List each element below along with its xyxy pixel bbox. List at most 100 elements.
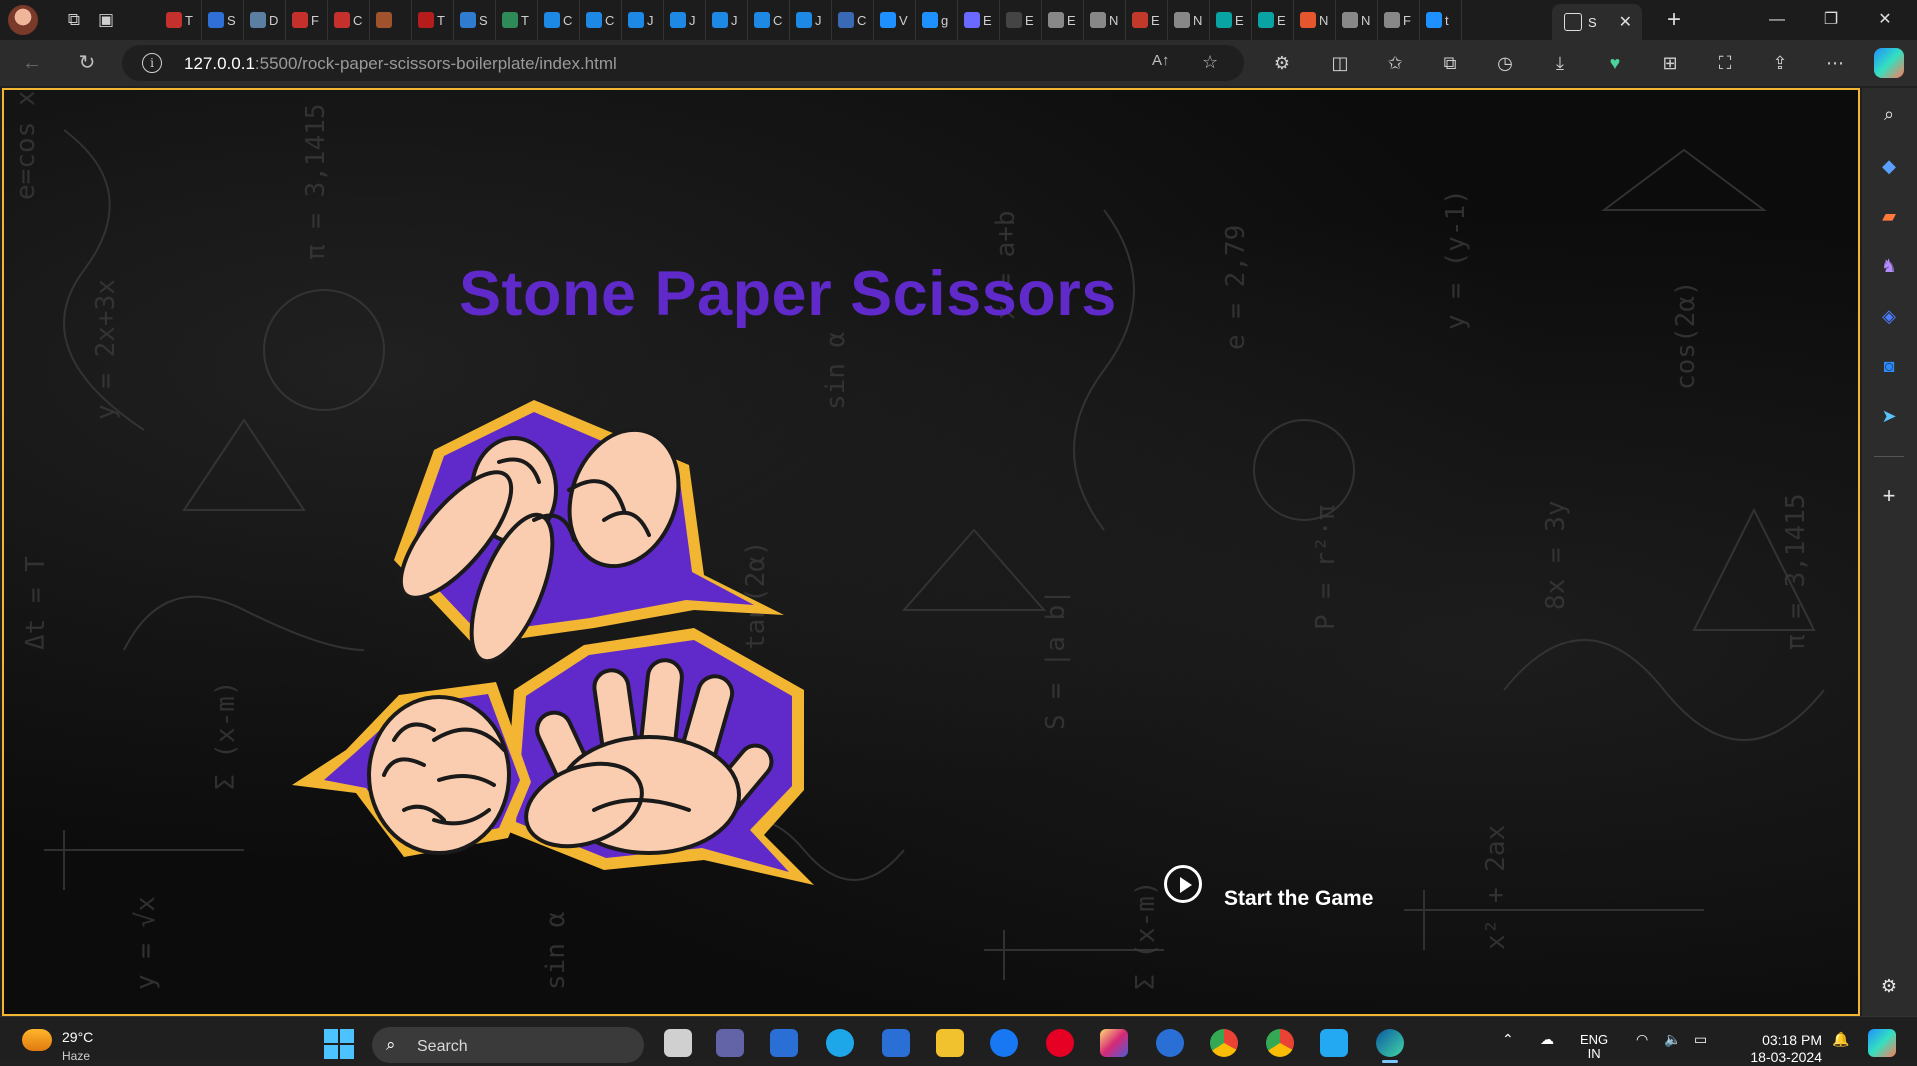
microsoft-365-icon[interactable]: ◈	[1875, 302, 1903, 330]
vertical-tabs-icon[interactable]: ▣	[92, 6, 120, 34]
refresh-icon[interactable]: ↻	[73, 49, 101, 77]
browser-tab[interactable]: C	[832, 0, 874, 40]
start-game-label[interactable]: Start the Game	[1224, 887, 1373, 911]
windows-start-button[interactable]	[324, 1029, 354, 1059]
browser-tab[interactable]: T	[496, 0, 538, 40]
browser-tab[interactable]: J	[664, 0, 706, 40]
teams-icon[interactable]	[716, 1029, 744, 1057]
browser-tab[interactable]: C	[748, 0, 790, 40]
add-sidebar-app-icon[interactable]: +	[1875, 482, 1903, 510]
whatsapp-web-icon[interactable]	[826, 1029, 854, 1057]
browser-tab[interactable]: g	[916, 0, 958, 40]
browser-tab[interactable]	[370, 0, 412, 40]
show-hidden-icons-chevron-icon[interactable]: ⌃	[1502, 1031, 1514, 1048]
notifications-bell-icon[interactable]: 🔔	[1832, 1031, 1849, 1048]
chrome-profile-1-icon[interactable]	[1210, 1029, 1238, 1057]
chrome-profile-2-icon[interactable]	[1266, 1029, 1294, 1057]
outlook-icon[interactable]: ◙	[1875, 352, 1903, 380]
browser-tab[interactable]: J	[790, 0, 832, 40]
browser-tab[interactable]: E	[1252, 0, 1294, 40]
collections-icon[interactable]: ⧉	[1436, 49, 1464, 77]
browser-tab[interactable]: E	[1126, 0, 1168, 40]
file-explorer-icon[interactable]	[936, 1029, 964, 1057]
browser-tab[interactable]: T	[160, 0, 202, 40]
vscode-icon[interactable]	[1320, 1029, 1348, 1057]
browser-tab[interactable]: N	[1168, 0, 1210, 40]
browser-tab[interactable]: T	[412, 0, 454, 40]
profile-avatar[interactable]	[8, 5, 38, 35]
start-game-button[interactable]: Start the Game	[1164, 865, 1373, 911]
browser-tab[interactable]: N	[1336, 0, 1378, 40]
edge-icon[interactable]	[1376, 1029, 1404, 1063]
instagram-icon[interactable]	[1100, 1029, 1128, 1057]
onedrive-cloud-icon[interactable]: ☁	[1540, 1031, 1554, 1048]
favorites-icon[interactable]: ✩	[1381, 49, 1409, 77]
browser-tab[interactable]: F	[286, 0, 328, 40]
favorite-star-icon[interactable]: ☆	[1202, 52, 1218, 73]
svg-text:Δt = T: Δt = T	[21, 556, 51, 650]
back-arrow-icon[interactable]: ←	[18, 49, 46, 77]
workspaces-icon[interactable]: ⧉	[60, 6, 88, 34]
play-icon[interactable]	[1164, 865, 1202, 903]
screenshot-icon[interactable]: ⛶	[1711, 49, 1739, 77]
browser-tab[interactable]: D	[244, 0, 286, 40]
extensions-icon[interactable]: ⚙	[1268, 49, 1296, 77]
app-store-icon[interactable]	[1156, 1029, 1184, 1057]
share-icon[interactable]: ⇪	[1766, 49, 1794, 77]
browser-tab[interactable]: V	[874, 0, 916, 40]
tools-icon[interactable]: ▰	[1875, 202, 1903, 230]
search-icon[interactable]: ⌕	[1875, 100, 1903, 128]
minimize-button[interactable]: —	[1754, 6, 1800, 34]
browser-tab[interactable]: J	[622, 0, 664, 40]
browser-tab[interactable]: C	[538, 0, 580, 40]
pinterest-icon[interactable]	[1046, 1029, 1074, 1057]
more-options-icon[interactable]: ⋯	[1821, 49, 1849, 77]
close-window-button[interactable]: ✕	[1862, 6, 1908, 34]
site-info-icon[interactable]: i	[142, 53, 162, 73]
browser-tab[interactable]: E	[1042, 0, 1084, 40]
task-view-icon[interactable]	[664, 1029, 692, 1057]
battery-icon[interactable]: ▭	[1694, 1031, 1707, 1048]
close-tab-icon[interactable]: ✕	[1619, 12, 1632, 32]
browser-tab[interactable]: N	[1294, 0, 1336, 40]
drop-icon[interactable]: ➤	[1875, 402, 1903, 430]
downloads-icon[interactable]: ⤓	[1546, 49, 1574, 77]
weather-description[interactable]: Haze	[62, 1049, 90, 1063]
games-icon[interactable]: ♞	[1875, 252, 1903, 280]
browser-tab[interactable]: E	[1210, 0, 1252, 40]
url-text[interactable]: 127.0.0.1:5500/rock-paper-scissors-boile…	[184, 54, 617, 74]
browser-tab[interactable]: F	[1378, 0, 1420, 40]
browser-tab[interactable]: t	[1420, 0, 1462, 40]
taskbar-search-box[interactable]: ⌕ Search	[372, 1027, 644, 1063]
browser-tab[interactable]: J	[706, 0, 748, 40]
volume-icon[interactable]: 🔈	[1664, 1031, 1681, 1048]
read-aloud-icon[interactable]: A↑	[1152, 52, 1170, 69]
browser-tab[interactable]: S	[454, 0, 496, 40]
facebook-icon[interactable]	[990, 1029, 1018, 1057]
browser-tab[interactable]: S	[202, 0, 244, 40]
copilot-icon[interactable]	[1874, 48, 1904, 78]
browser-tab[interactable]: C	[328, 0, 370, 40]
browser-tab[interactable]: N	[1084, 0, 1126, 40]
shopping-tag-icon[interactable]: ◆	[1875, 152, 1903, 180]
browser-tab[interactable]: E	[958, 0, 1000, 40]
active-tab[interactable]: S ✕	[1552, 4, 1642, 40]
copilot-taskbar-icon[interactable]	[1868, 1029, 1896, 1057]
microsoft-store-icon[interactable]	[770, 1029, 798, 1057]
system-clock[interactable]: 03:18 PM 18-03-2024	[1730, 1032, 1822, 1066]
browser-essentials-icon[interactable]: ♥	[1601, 49, 1629, 77]
browser-tab[interactable]: E	[1000, 0, 1042, 40]
new-tab-button[interactable]: +	[1660, 6, 1688, 34]
address-bar[interactable]: i 127.0.0.1:5500/rock-paper-scissors-boi…	[122, 45, 1244, 81]
sidebar-settings-gear-icon[interactable]: ⚙	[1875, 972, 1903, 1000]
maximize-button[interactable]: ❐	[1808, 6, 1854, 34]
input-language[interactable]: ENG IN	[1580, 1033, 1608, 1061]
history-icon[interactable]: ◷	[1491, 49, 1519, 77]
weather-temperature[interactable]: 29°C	[62, 1029, 93, 1045]
wifi-icon[interactable]: ◠	[1636, 1031, 1648, 1048]
myhp-icon[interactable]	[882, 1029, 910, 1057]
weather-haze-icon[interactable]	[22, 1029, 52, 1051]
apps-icon[interactable]: ⊞	[1656, 49, 1684, 77]
browser-tab[interactable]: C	[580, 0, 622, 40]
split-screen-icon[interactable]: ◫	[1326, 49, 1354, 77]
